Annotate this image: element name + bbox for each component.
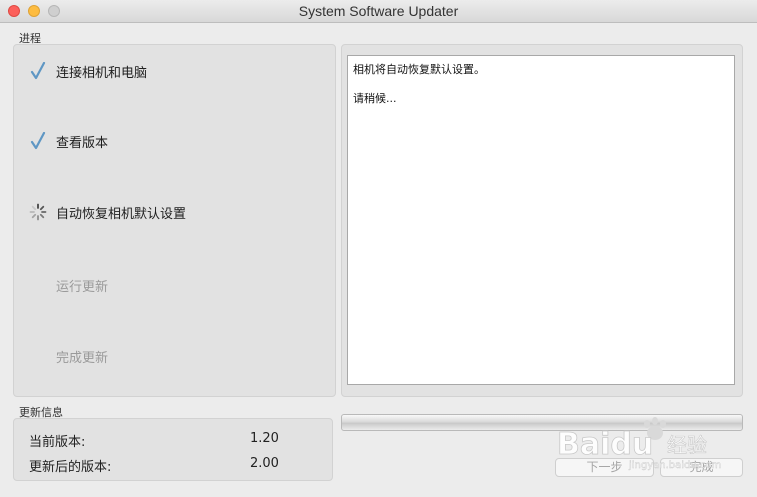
step-label: 完成更新 <box>56 351 109 366</box>
step-label: 自动恢复相机默认设置 <box>56 207 187 222</box>
step-label: 运行更新 <box>56 280 109 295</box>
window-title: System Software Updater <box>298 3 459 19</box>
new-version-value: 2.00 <box>250 456 279 471</box>
new-version-row: 更新后的版本: 2.00 <box>14 456 334 475</box>
finish-button[interactable]: 完成 <box>660 458 743 477</box>
current-version-value: 1.20 <box>250 431 279 446</box>
spinner-icon <box>28 201 48 223</box>
new-version-label: 更新后的版本: <box>29 460 112 475</box>
progress-bar <box>341 414 743 431</box>
log-text-area[interactable]: 相机将自动恢复默认设置。 请稍候... <box>347 55 735 385</box>
watermark-suffix: 经验 <box>667 433 707 457</box>
step-label: 连接相机和电脑 <box>56 66 148 81</box>
current-version-row: 当前版本: 1.20 <box>14 431 334 450</box>
step-reset-defaults: 自动恢复相机默认设置 <box>14 201 334 225</box>
log-line: 相机将自动恢复默认设置。 <box>353 63 485 76</box>
step-connect: 连接相机和电脑 <box>14 60 334 84</box>
steps-panel: 连接相机和电脑 查看版本 自动恢复相机默认设置 运行更新 完成更新 <box>13 44 336 397</box>
checkmark-icon <box>28 130 48 152</box>
updater-window: System Software Updater 进程 连接相机和电脑 查看版本 <box>0 0 757 497</box>
step-label: 查看版本 <box>56 136 109 151</box>
step-check-version: 查看版本 <box>14 130 334 154</box>
update-info-panel: 当前版本: 1.20 更新后的版本: 2.00 <box>13 418 333 481</box>
checkmark-icon <box>28 60 48 82</box>
next-button[interactable]: 下一步 <box>555 458 654 477</box>
step-finish-update: 完成更新 <box>14 345 334 369</box>
current-version-label: 当前版本: <box>29 435 86 450</box>
watermark-brand: Baidu <box>557 427 653 462</box>
step-run-update: 运行更新 <box>14 274 334 298</box>
title-bar[interactable]: System Software Updater <box>0 0 757 23</box>
log-line: 请稍候... <box>353 92 397 105</box>
